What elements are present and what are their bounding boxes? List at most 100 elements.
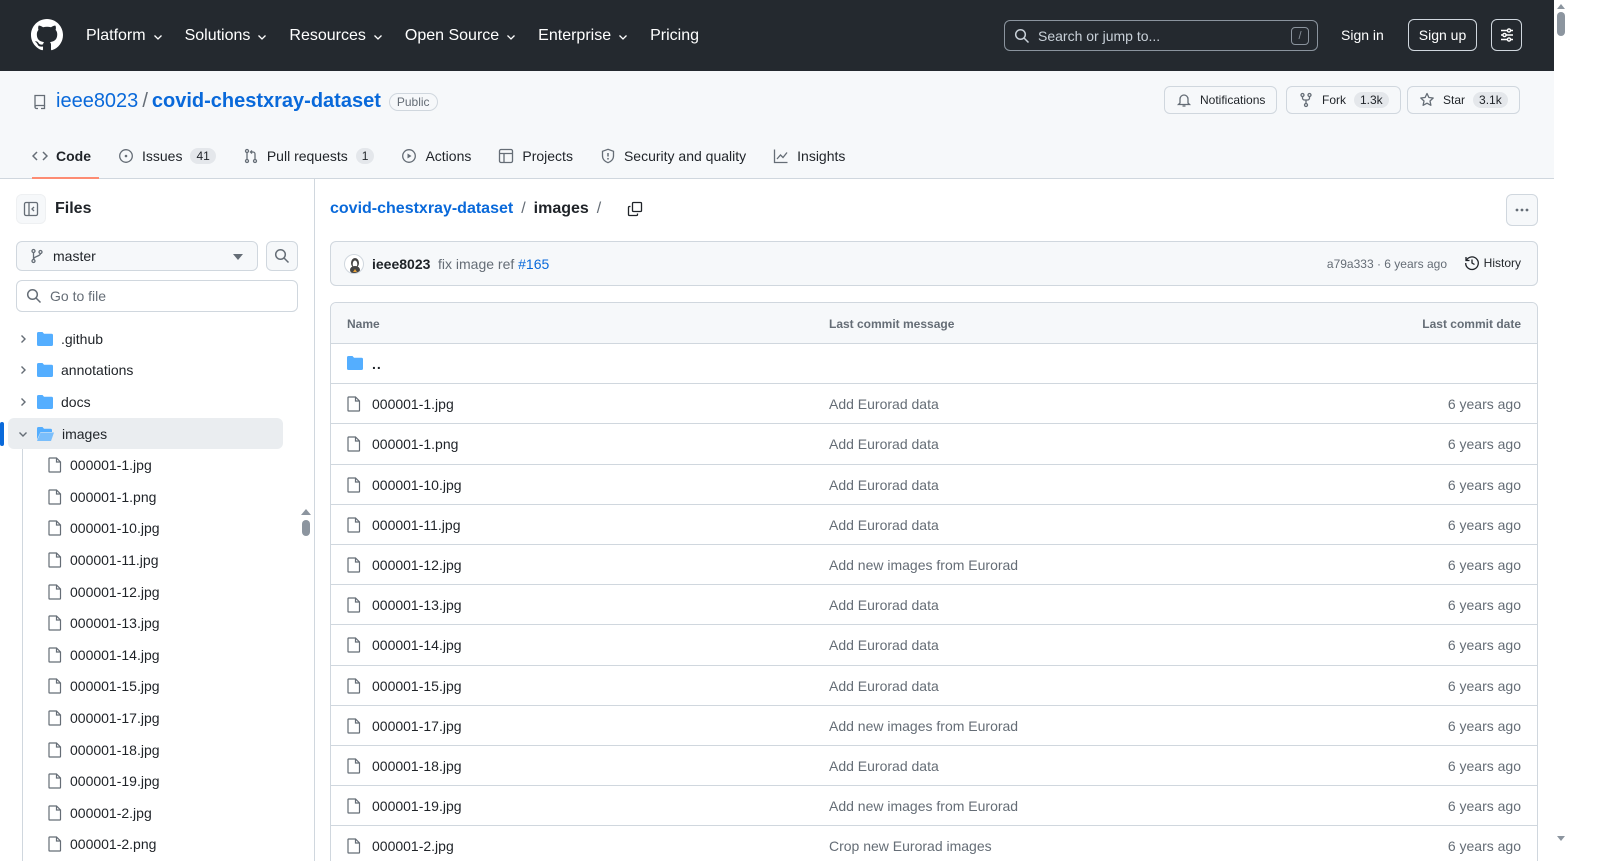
table-row[interactable]: 000001-2.jpg Crop new Eurorad images 6 yea…: [331, 826, 1537, 861]
file-name-link[interactable]: 000001-18.jpg: [372, 758, 462, 774]
tree-file[interactable]: 000001-2.png: [0, 829, 290, 861]
table-row[interactable]: 000001-11.jpg Add Eurorad data 6 years ago: [331, 505, 1537, 545]
file-commit-message-link[interactable]: Add Eurorad data: [829, 678, 939, 694]
tree-file[interactable]: 000001-19.jpg: [0, 765, 290, 797]
table-row[interactable]: 000001-18.jpg Add Eurorad data 6 years ago: [331, 746, 1537, 787]
nav-resources[interactable]: Resources: [289, 27, 383, 45]
tree-dir-images[interactable]: images: [0, 417, 283, 450]
sign-up-button[interactable]: Sign up: [1408, 19, 1477, 51]
tree-file[interactable]: 000001-10.jpg: [0, 513, 290, 545]
page-scrollbar[interactable]: [1554, 0, 1568, 861]
commit-author-link[interactable]: ieee8023: [372, 256, 430, 272]
header-menu-button[interactable]: [1491, 19, 1522, 51]
file-name-link[interactable]: 000001-19.jpg: [372, 798, 462, 814]
parent-directory-row[interactable]: ..: [331, 344, 1537, 385]
table-row[interactable]: 000001-13.jpg Add Eurorad data 6 years ago: [331, 585, 1537, 626]
global-search-input[interactable]: Search or jump to... /: [1004, 20, 1318, 51]
page-scrollbar-thumb[interactable]: [1557, 12, 1565, 36]
table-row[interactable]: 000001-17.jpg Add new images from Eurorad…: [331, 706, 1537, 746]
tree-file[interactable]: 000001-1.jpg: [0, 449, 290, 481]
parent-directory-link[interactable]: ..: [372, 356, 382, 372]
tree-file[interactable]: 000001-18.jpg: [0, 734, 290, 766]
tab-projects[interactable]: Projects: [498, 133, 573, 179]
collapse-sidebar-button[interactable]: [16, 194, 46, 224]
repo-owner-link[interactable]: ieee8023: [56, 90, 138, 113]
tree-dir-docs[interactable]: docs: [0, 386, 290, 418]
copy-path-icon[interactable]: [627, 201, 643, 217]
tree-scrollbar-thumb[interactable]: [302, 520, 310, 536]
tab-issues[interactable]: Issues 41: [118, 133, 216, 179]
breadcrumb-repo-link[interactable]: covid-chestxray-dataset: [330, 200, 513, 218]
tab-actions[interactable]: Actions: [401, 133, 471, 179]
file-icon: [347, 677, 361, 694]
star-button[interactable]: Star 3.1k: [1407, 86, 1520, 114]
fork-button[interactable]: Fork 1.3k: [1286, 86, 1401, 114]
file-commit-message-link[interactable]: Add new images from Eurorad: [829, 557, 1018, 573]
tree-file-label: 000001-12.jpg: [70, 583, 160, 600]
history-button[interactable]: History: [1464, 255, 1521, 271]
repo-name-link[interactable]: covid-chestxray-dataset: [152, 90, 381, 113]
file-name-link[interactable]: 000001-10.jpg: [372, 477, 462, 493]
file-commit-message-link[interactable]: Add Eurorad data: [829, 396, 939, 412]
avatar[interactable]: [344, 254, 364, 274]
file-commit-message-link[interactable]: Add Eurorad data: [829, 477, 939, 493]
file-name-link[interactable]: 000001-1.jpg: [372, 396, 454, 412]
tree-scroll-up-arrow[interactable]: [301, 509, 311, 515]
search-files-button[interactable]: [266, 241, 298, 271]
file-commit-message-link[interactable]: Add Eurorad data: [829, 517, 939, 533]
more-options-button[interactable]: [1506, 194, 1538, 226]
branch-selector[interactable]: master: [16, 241, 258, 271]
tab-insights[interactable]: Insights: [773, 133, 845, 179]
table-row[interactable]: 000001-10.jpg Add Eurorad data 6 years ago: [331, 465, 1537, 505]
file-commit-message-link[interactable]: Add new images from Eurorad: [829, 718, 1018, 734]
file-commit-message-link[interactable]: Add Eurorad data: [829, 597, 939, 613]
tab-code[interactable]: Code: [32, 133, 99, 179]
go-to-file-input[interactable]: Go to file: [16, 280, 298, 312]
table-row[interactable]: 000001-12.jpg Add new images from Eurorad…: [331, 545, 1537, 586]
table-row[interactable]: 000001-1.jpg Add Eurorad data 6 years ago: [331, 384, 1537, 425]
nav-enterprise[interactable]: Enterprise: [538, 27, 629, 45]
tree-dir-github[interactable]: .github: [0, 323, 290, 355]
file-commit-message-link[interactable]: Add Eurorad data: [829, 436, 939, 452]
nav-pricing[interactable]: Pricing: [650, 27, 699, 45]
nav-open-source[interactable]: Open Source: [405, 27, 517, 45]
notifications-button[interactable]: Notifications: [1164, 86, 1278, 114]
file-name-link[interactable]: 000001-14.jpg: [372, 637, 462, 653]
tree-file[interactable]: 000001-12.jpg: [0, 576, 290, 608]
nav-solutions[interactable]: Solutions: [185, 27, 269, 45]
table-row[interactable]: 000001-19.jpg Add new images from Eurorad…: [331, 786, 1537, 827]
file-commit-message-link[interactable]: Add Eurorad data: [829, 637, 939, 653]
tree-file[interactable]: 000001-15.jpg: [0, 671, 290, 703]
commit-ref-link[interactable]: #165: [518, 256, 549, 272]
github-logo-icon[interactable]: [31, 19, 63, 51]
table-row[interactable]: 000001-1.png Add Eurorad data 6 years ago: [331, 424, 1537, 465]
file-name-link[interactable]: 000001-11.jpg: [372, 517, 460, 533]
file-name-link[interactable]: 000001-17.jpg: [372, 718, 462, 734]
star-label: Star: [1443, 93, 1466, 107]
sign-in-link[interactable]: Sign in: [1341, 27, 1384, 43]
tree-file[interactable]: 000001-11.jpg: [0, 544, 290, 576]
tree-file[interactable]: 000001-17.jpg: [0, 702, 290, 734]
tab-pull-requests[interactable]: Pull requests 1: [243, 133, 375, 179]
tree-file[interactable]: 000001-14.jpg: [0, 639, 290, 671]
file-name-link[interactable]: 000001-13.jpg: [372, 597, 462, 613]
file-name-link[interactable]: 000001-1.png: [372, 436, 458, 452]
file-commit-message-link[interactable]: Crop new Eurorad images: [829, 838, 992, 854]
tree-dir-annotations[interactable]: annotations: [0, 355, 290, 387]
file-commit-message-link[interactable]: Add new images from Eurorad: [829, 798, 1018, 814]
commit-message[interactable]: fix image ref #165: [438, 256, 549, 272]
tree-file[interactable]: 000001-1.png: [0, 481, 290, 513]
table-row[interactable]: 000001-14.jpg Add Eurorad data 6 years ago: [331, 625, 1537, 666]
table-row[interactable]: 000001-15.jpg Add Eurorad data 6 years ago: [331, 666, 1537, 706]
tree-file[interactable]: 000001-13.jpg: [0, 607, 290, 639]
file-commit-message-link[interactable]: Add Eurorad data: [829, 758, 939, 774]
nav-platform[interactable]: Platform: [86, 27, 164, 45]
tab-label: Code: [56, 148, 91, 164]
tree-file[interactable]: 000001-2.jpg: [0, 797, 290, 829]
file-icon: [48, 773, 62, 789]
file-name-link[interactable]: 000001-2.jpg: [372, 838, 454, 854]
file-name-link[interactable]: 000001-12.jpg: [372, 557, 462, 573]
file-name-link[interactable]: 000001-15.jpg: [372, 678, 462, 694]
commit-meta[interactable]: a79a333 · 6 years ago: [1327, 257, 1447, 271]
tab-security[interactable]: Security and quality: [600, 133, 746, 179]
